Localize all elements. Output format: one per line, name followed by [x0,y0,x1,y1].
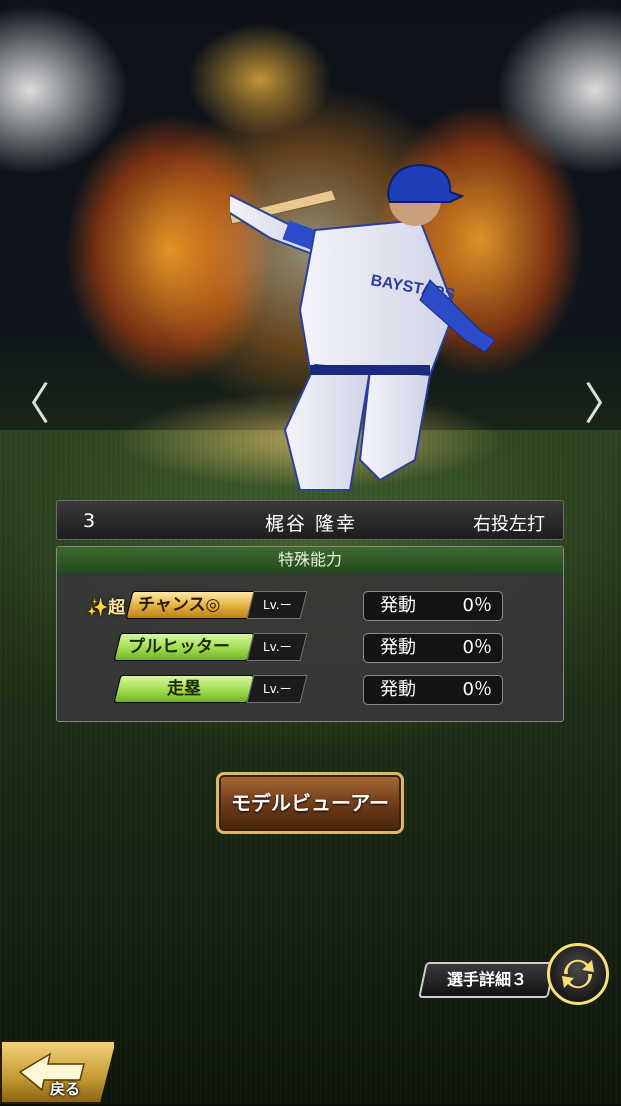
player-handedness: 右投左打 [473,514,545,535]
ability-tag-chance: チャンス◎ [125,591,263,619]
player-info-bar: 3 梶谷 隆幸 右投左打 [56,500,564,540]
swap-icon[interactable] [547,943,609,1005]
panel-title: 特殊能力 [57,547,563,573]
ability-tag-pull-hitter: プルヒッター [113,633,255,661]
activation-pill: 発動 0％ [363,633,503,663]
activation-percent: 0％ [462,595,492,616]
player-detail-button[interactable]: 選手詳細３ [418,962,556,998]
activation-pill: 発動 0％ [363,591,503,621]
player-detail-label: 選手詳細３ [446,970,527,989]
special-abilities-panel: 特殊能力 ✨超 チャンス◎ Lv.ー 発動 0％ プルヒッター Lv.ー 発動 … [56,546,564,722]
swap-arrows-icon [562,959,594,989]
chevron-right-icon[interactable]: 〉 [584,380,621,430]
ability-level: Lv.ー [246,633,308,661]
activation-percent: 0％ [462,637,492,658]
activation-label: 発動 [380,679,416,700]
activation-label: 発動 [380,595,416,616]
model-viewer-button[interactable]: モデルビューアー [216,772,404,834]
ability-tag-baserunning: 走塁 [113,675,255,703]
ability-level: Lv.ー [246,591,308,619]
activation-percent: 0％ [462,679,492,700]
activation-label: 発動 [380,637,416,658]
back-label: 戻る [50,1080,81,1098]
ability-row-baserunning[interactable]: 走塁 Lv.ー 発動 0％ [57,675,565,705]
player-image: BAYSTARS [230,163,496,491]
super-prefix: ✨超 [87,598,126,618]
chevron-left-icon[interactable]: 〈 [6,380,50,430]
activation-pill: 発動 0％ [363,675,503,705]
ability-level: Lv.ー [246,675,308,703]
ability-row-chance[interactable]: ✨超 チャンス◎ Lv.ー 発動 0％ [57,591,565,621]
ability-row-pull-hitter[interactable]: プルヒッター Lv.ー 発動 0％ [57,633,565,663]
